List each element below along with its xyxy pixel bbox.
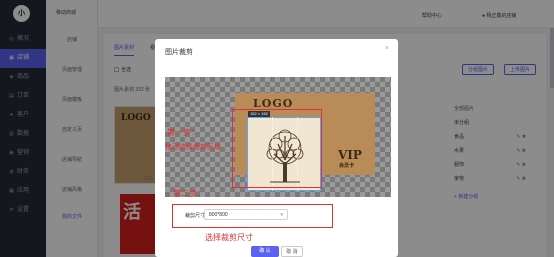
annotation-step-2: 第二步： [173,189,205,198]
annotation-highlight-crop [232,109,322,188]
dialog-title: 图片裁剪 [165,49,193,56]
annotation-step-1-text: 拖动选择裁剪区域 [165,144,221,151]
annotation-hint: 选择裁剪尺寸 [205,233,253,242]
image-subtitle: 会员卡 [339,163,355,169]
confirm-button[interactable]: 确 认 [251,246,279,257]
chevron-down-icon: ▾ [280,212,283,218]
annotation-step-1: 第一步： [167,128,199,137]
close-icon[interactable]: × [385,45,389,52]
image-vip-text: VIP [338,148,362,162]
crop-size-value: 800*800 [209,212,228,218]
crop-image-dialog: 图片裁剪 × LOGO VIP 会员卡 152 × 152 第一步： 拖动选择裁… [155,39,398,257]
cancel-button[interactable]: 取 消 [281,246,303,257]
crop-size-select[interactable]: 800*800 ▾ [204,209,288,220]
